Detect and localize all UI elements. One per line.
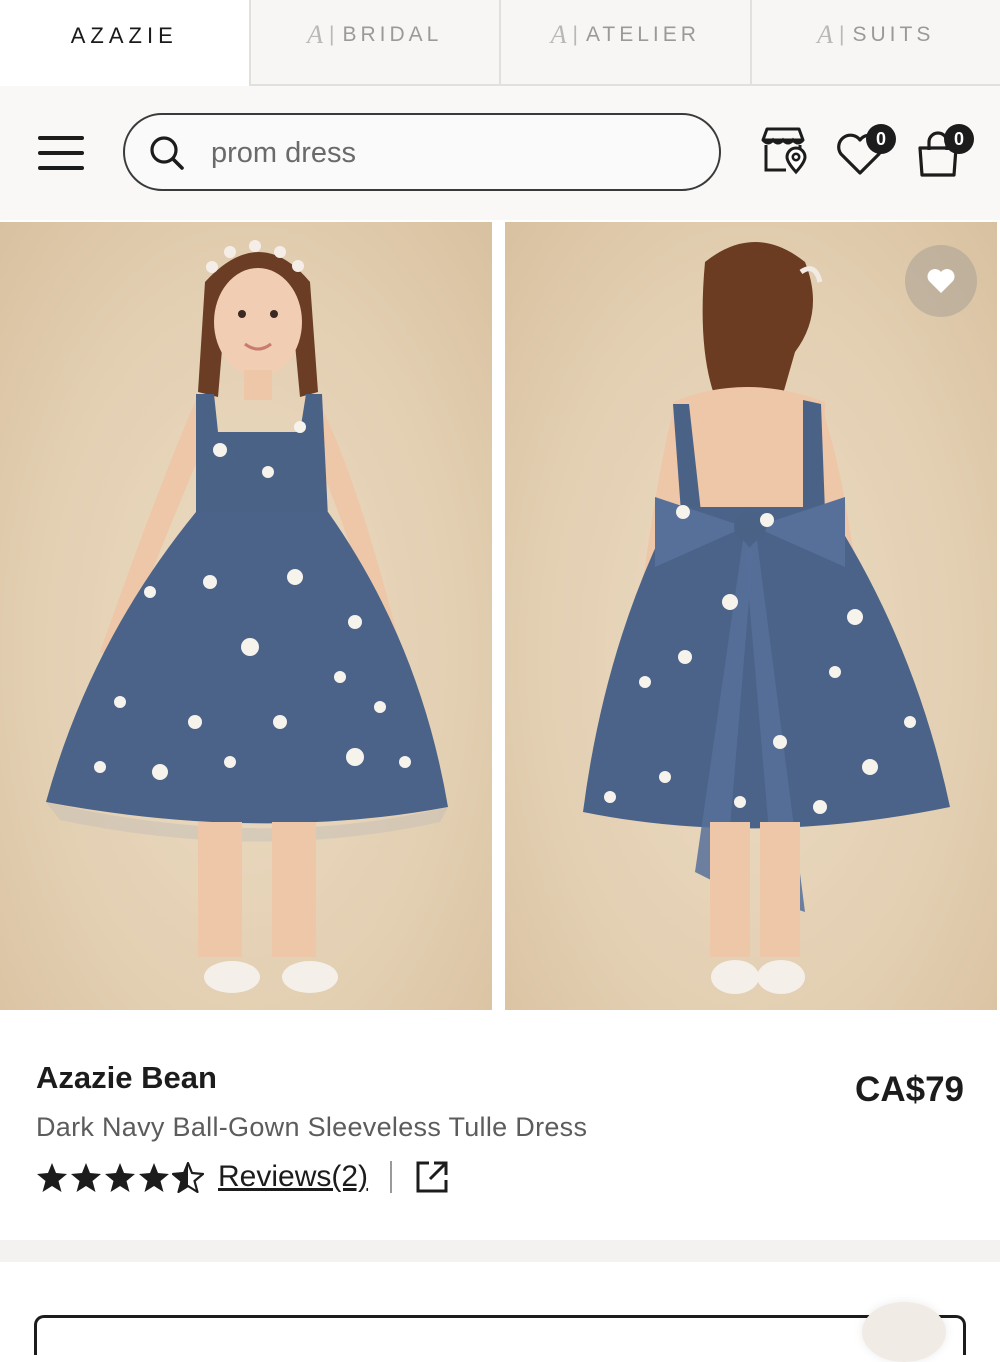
product-image-gallery[interactable] [0,222,1000,1010]
store-locator-icon[interactable] [758,124,810,176]
tab-atelier-label: ATELIER [586,23,700,47]
image-favorite-button[interactable] [905,245,977,317]
tab-suits[interactable]: A| SUITS [750,0,1000,86]
search-icon[interactable] [147,133,187,173]
share-external-icon[interactable] [414,1159,450,1195]
tab-separator: | [329,23,334,47]
product-info: Azazie Bean CA$79 Dark Navy Ball-Gown Sl… [0,1012,1000,1240]
azazie-monogram-icon: A [817,20,833,50]
search-bar[interactable] [123,113,721,191]
product-description: Dark Navy Ball-Gown Sleeveless Tulle Dre… [36,1112,587,1143]
product-name: Azazie Bean [36,1060,217,1096]
search-input[interactable] [209,129,693,177]
tab-separator: | [839,23,844,47]
tab-azazie-label: AZAZIE [71,23,178,49]
tab-separator: | [572,23,577,47]
hamburger-menu-icon[interactable] [38,136,84,172]
reviews-link[interactable]: Reviews(2) [218,1160,368,1194]
rating-row: Reviews(2) [36,1157,450,1197]
product-photo-back[interactable] [505,222,997,1010]
section-divider [0,1240,1000,1262]
divider [390,1161,392,1193]
star-full-icon [104,1162,136,1193]
tab-azazie[interactable]: AZAZIE [0,0,249,86]
wishlist-count-badge: 0 [866,124,896,154]
star-half-icon [172,1162,204,1193]
star-rating [36,1162,204,1193]
product-price: CA$79 [855,1070,964,1110]
bottom-action-button[interactable] [34,1315,966,1355]
tab-atelier[interactable]: A| ATELIER [499,0,750,86]
chat-bubble-button[interactable] [862,1302,946,1362]
header: 0 0 [0,86,1000,220]
bottom-section [0,1262,1000,1333]
cart-count-badge: 0 [944,124,974,154]
tab-bridal[interactable]: A| BRIDAL [249,0,500,86]
heart-icon [926,267,956,295]
star-full-icon [70,1162,102,1193]
star-full-icon [138,1162,170,1193]
product-photo-front[interactable] [0,222,492,1010]
star-full-icon [36,1162,68,1193]
dress-back-illustration [505,222,997,1010]
dress-front-illustration [0,222,492,1010]
brand-tabs: AZAZIE A| BRIDAL A| ATELIER A| SUITS [0,0,1000,86]
tab-suits-label: SUITS [853,23,935,47]
tab-bridal-label: BRIDAL [343,23,443,47]
azazie-monogram-icon: A [551,20,567,50]
azazie-monogram-icon: A [307,20,323,50]
